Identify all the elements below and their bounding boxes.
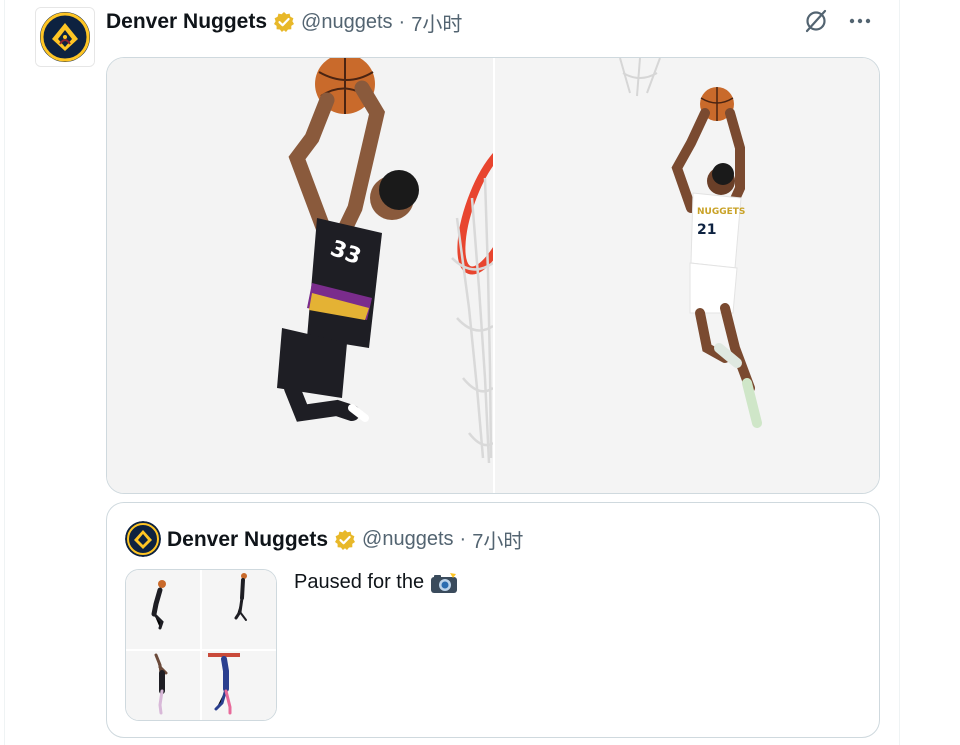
quote-separator: · bbox=[459, 528, 467, 550]
verified-badge-icon[interactable] bbox=[273, 11, 295, 33]
quote-thumbnail[interactable] bbox=[202, 651, 276, 720]
quote-thumbnail[interactable] bbox=[202, 570, 276, 649]
post-time[interactable]: 7小时 bbox=[411, 8, 462, 37]
post-card[interactable]: Denver Nuggets @nuggets · 7小时 33 NUGGETS… bbox=[4, 0, 900, 745]
photo-dunk-black-jersey[interactable]: 33 bbox=[107, 58, 495, 493]
quoted-post[interactable]: Denver Nuggets @nuggets · 7小时 Paused for… bbox=[106, 502, 880, 738]
verified-badge-icon[interactable] bbox=[334, 529, 356, 551]
quote-author-name[interactable]: Denver Nuggets bbox=[167, 528, 328, 552]
post-actions bbox=[803, 8, 873, 34]
quote-text-content: Paused for the bbox=[294, 571, 425, 593]
quote-text: Paused for the bbox=[294, 571, 458, 594]
quote-time[interactable]: 7小时 bbox=[472, 525, 523, 554]
photo-dunk-white-jersey[interactable]: NUGGETS 21 bbox=[495, 58, 879, 493]
grok-icon[interactable] bbox=[803, 8, 829, 34]
post-header: Denver Nuggets @nuggets · 7小时 bbox=[106, 8, 462, 36]
quote-avatar[interactable] bbox=[125, 521, 161, 557]
svg-text:NUGGETS: NUGGETS bbox=[697, 207, 745, 217]
quote-header: Denver Nuggets @nuggets · 7小时 bbox=[167, 525, 523, 554]
author-name[interactable]: Denver Nuggets bbox=[106, 10, 267, 34]
camera-flash-icon bbox=[430, 572, 458, 594]
post-media[interactable]: 33 NUGGETS 21 bbox=[106, 57, 880, 494]
nuggets-logo-icon[interactable] bbox=[35, 7, 95, 67]
more-options-icon[interactable] bbox=[847, 8, 873, 34]
quote-thumbnail[interactable] bbox=[126, 651, 200, 720]
quote-thumbnail[interactable] bbox=[126, 570, 200, 649]
author-handle[interactable]: @nuggets bbox=[301, 11, 392, 34]
svg-text:21: 21 bbox=[697, 222, 716, 238]
separator: · bbox=[398, 10, 406, 33]
quote-author-handle[interactable]: @nuggets bbox=[362, 528, 453, 551]
quote-media-grid[interactable] bbox=[125, 569, 277, 721]
